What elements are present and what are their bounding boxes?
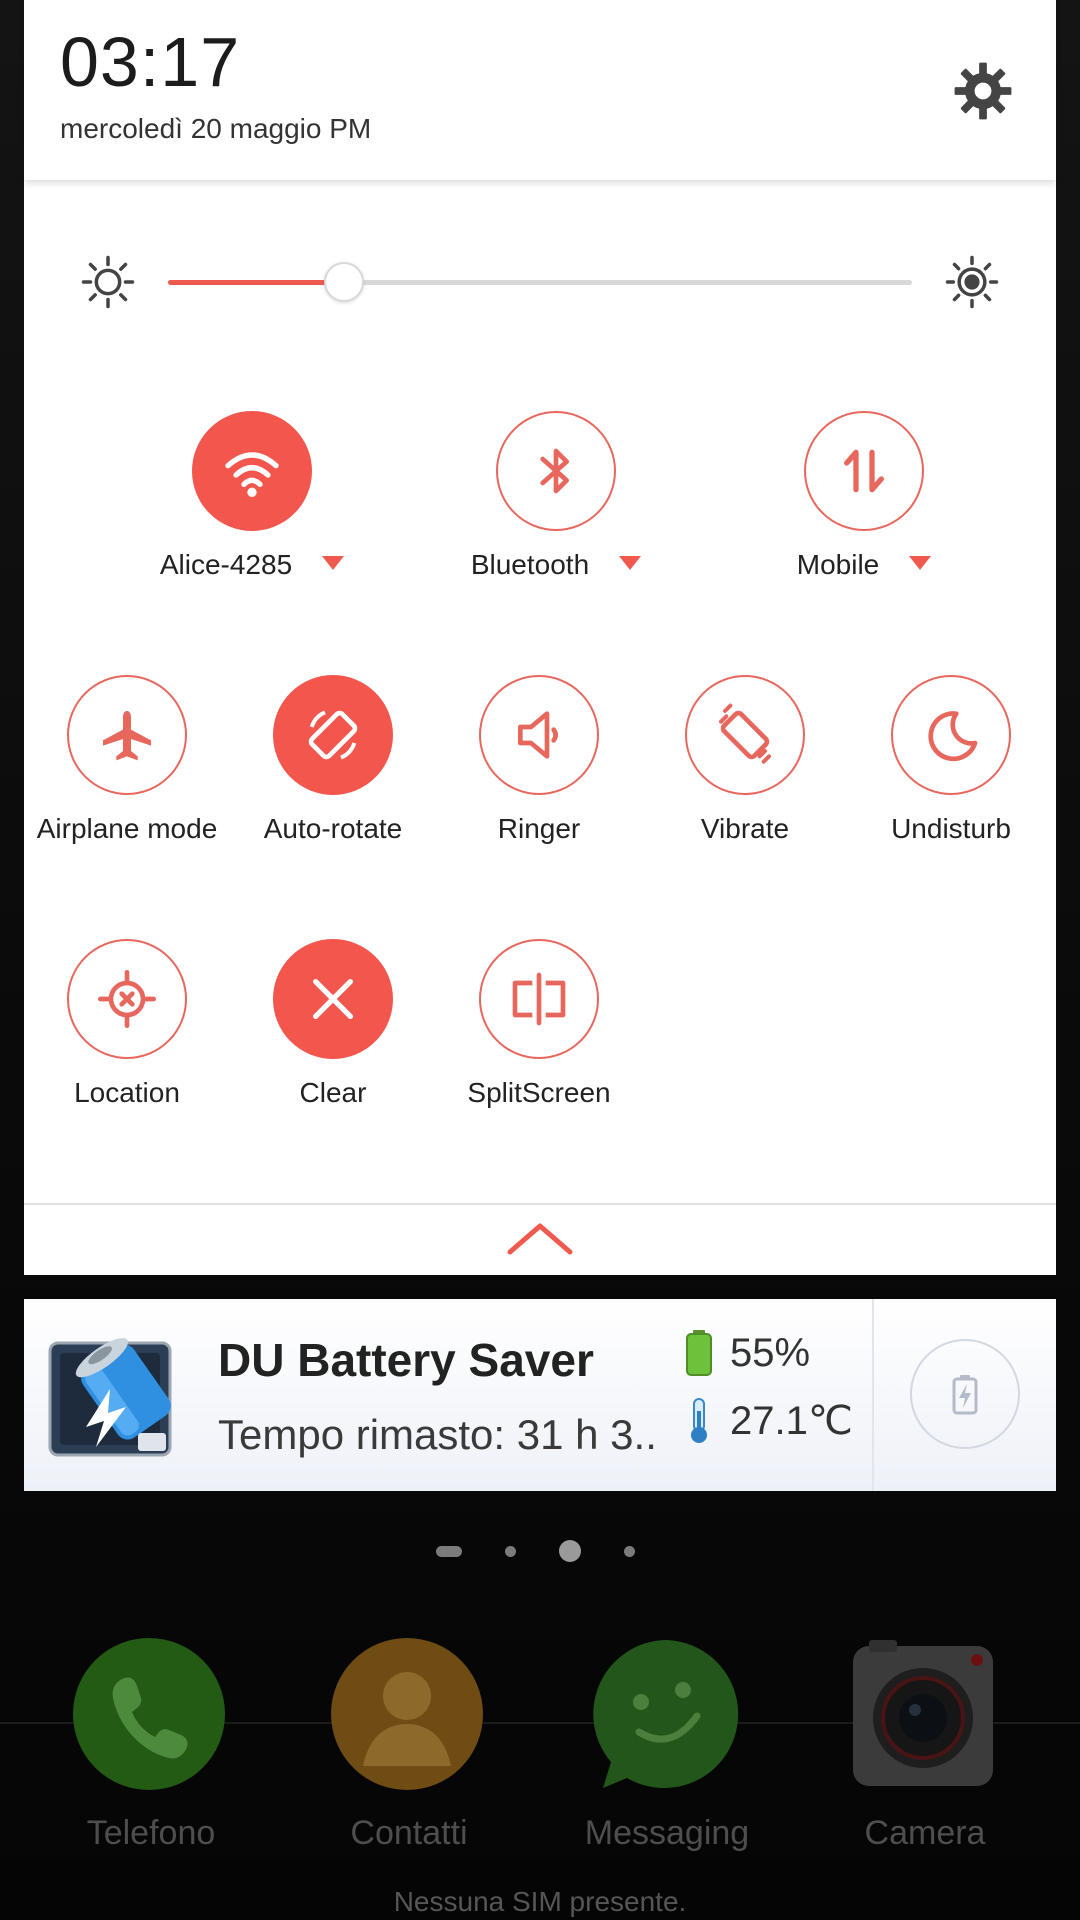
temperature-value: 27.1℃ — [730, 1399, 853, 1443]
battery-saver-action-button[interactable] — [910, 1339, 1020, 1449]
moon-icon — [928, 711, 978, 762]
mobile-data-icon — [844, 449, 884, 493]
wifi-toggle[interactable] — [192, 411, 312, 531]
bluetooth-toggle[interactable] — [496, 411, 616, 531]
tile-undisturb-label: Undisturb — [891, 813, 1011, 844]
thermometer-icon — [691, 1398, 707, 1443]
tile-airplane-mode-label: Airplane mode — [36, 813, 218, 844]
tile-location-label: Location — [74, 1077, 180, 1108]
vibrate-icon — [719, 703, 771, 764]
panel-divider — [24, 1203, 1056, 1205]
location-toggle[interactable] — [67, 939, 187, 1059]
page-indicator-dot-active — [559, 1540, 581, 1562]
bluetooth-dropdown-caret-icon[interactable] — [619, 556, 642, 570]
tile-split-screen[interactable]: SplitScreen — [439, 939, 639, 1139]
page-indicator — [0, 1536, 1080, 1564]
airplane-icon — [103, 711, 151, 761]
brightness-slider[interactable] — [168, 262, 912, 302]
close-icon — [313, 979, 353, 1019]
battery-saver-app-icon — [48, 1338, 172, 1457]
clear-toggle[interactable] — [273, 939, 393, 1059]
clock: 03:17 — [60, 23, 241, 101]
wifi-icon — [225, 452, 279, 497]
tile-bluetooth[interactable]: Bluetooth — [456, 411, 656, 611]
tile-bluetooth-label: Bluetooth — [426, 549, 686, 581]
app-contatti[interactable]: Contatti — [299, 1636, 519, 1876]
quick-settings-panel: 03:17 mercoledì 20 maggio PM Alice-4285 … — [24, 0, 1056, 1275]
settings-gear-icon[interactable] — [952, 60, 1014, 122]
tile-wifi[interactable]: Alice-4285 — [152, 411, 352, 611]
tile-auto-rotate-label: Auto-rotate — [263, 813, 403, 844]
contacts-icon — [331, 1638, 483, 1790]
battery-charging-icon — [952, 1375, 978, 1415]
brightness-slider-thumb[interactable] — [324, 262, 364, 302]
phone-icon — [73, 1638, 225, 1790]
tile-vibrate-label: Vibrate — [700, 813, 790, 844]
page-indicator-dot — [505, 1546, 516, 1557]
bluetooth-icon — [540, 448, 569, 494]
brightness-slider-fill — [168, 280, 344, 285]
battery-saver-notification[interactable]: DU Battery Saver Tempo rimasto: 31 h 3..… — [24, 1299, 1056, 1491]
app-label: Telefono — [86, 1814, 216, 1852]
airplane-mode-toggle[interactable] — [67, 675, 187, 795]
ringer-toggle[interactable] — [479, 675, 599, 795]
tile-clear[interactable]: Clear — [233, 939, 433, 1139]
mobile-data-toggle[interactable] — [804, 411, 924, 531]
app-telefono[interactable]: Telefono — [41, 1636, 261, 1876]
battery-level: 55% — [684, 1329, 810, 1377]
split-screen-toggle[interactable] — [479, 939, 599, 1059]
tile-auto-rotate[interactable]: Auto-rotate — [233, 675, 433, 875]
location-icon — [98, 970, 156, 1028]
brightness-high-icon — [945, 255, 999, 309]
battery-icon — [686, 1330, 712, 1376]
notification-separator — [872, 1299, 874, 1491]
notification-title: DU Battery Saver — [218, 1334, 594, 1386]
notification-subtitle: Tempo rimasto: 31 h 3.. — [218, 1411, 657, 1458]
tile-mobile-data-label: Mobile — [734, 549, 994, 581]
tile-wifi-label: Alice-4285 — [122, 549, 382, 581]
wifi-dropdown-caret-icon[interactable] — [322, 556, 345, 570]
app-label: Camera — [864, 1814, 986, 1852]
tile-ringer-label: Ringer — [497, 813, 581, 844]
battery-percent: 55% — [730, 1330, 811, 1375]
tile-vibrate[interactable]: Vibrate — [645, 675, 845, 875]
page-indicator-home — [436, 1546, 462, 1557]
split-screen-icon — [512, 972, 566, 1026]
tile-airplane-mode[interactable]: Airplane mode — [27, 675, 227, 875]
tile-clear-label: Clear — [299, 1077, 367, 1108]
battery-temperature: 27.1℃ — [684, 1397, 853, 1445]
mobile-data-dropdown-caret-icon[interactable] — [909, 556, 932, 570]
tile-undisturb[interactable]: Undisturb — [851, 675, 1051, 875]
brightness-control — [24, 250, 1056, 314]
camera-icon — [853, 1640, 993, 1786]
app-label: Contatti — [350, 1814, 468, 1852]
tile-ringer[interactable]: Ringer — [439, 675, 639, 875]
panel-header: 03:17 mercoledì 20 maggio PM — [24, 0, 1056, 180]
page-indicator-dot — [624, 1546, 635, 1557]
app-label: Messaging — [584, 1814, 750, 1852]
undisturb-toggle[interactable] — [891, 675, 1011, 795]
app-camera[interactable]: Camera — [815, 1636, 1035, 1876]
tile-mobile-data[interactable]: Mobile — [764, 411, 964, 611]
tile-location[interactable]: Location — [27, 939, 227, 1139]
messaging-icon — [593, 1640, 739, 1788]
sim-status: Nessuna SIM presente. — [393, 1886, 687, 1917]
speaker-icon — [518, 711, 558, 759]
app-messaging[interactable]: Messaging — [557, 1636, 777, 1876]
vibrate-toggle[interactable] — [685, 675, 805, 795]
brightness-low-icon — [81, 255, 135, 309]
auto-rotate-toggle[interactable] — [273, 675, 393, 795]
collapse-chevron-up-icon[interactable] — [506, 1218, 574, 1258]
auto-rotate-icon — [308, 710, 358, 760]
date: mercoledì 20 maggio PM — [60, 113, 372, 144]
tile-split-screen-label: SplitScreen — [467, 1077, 611, 1108]
